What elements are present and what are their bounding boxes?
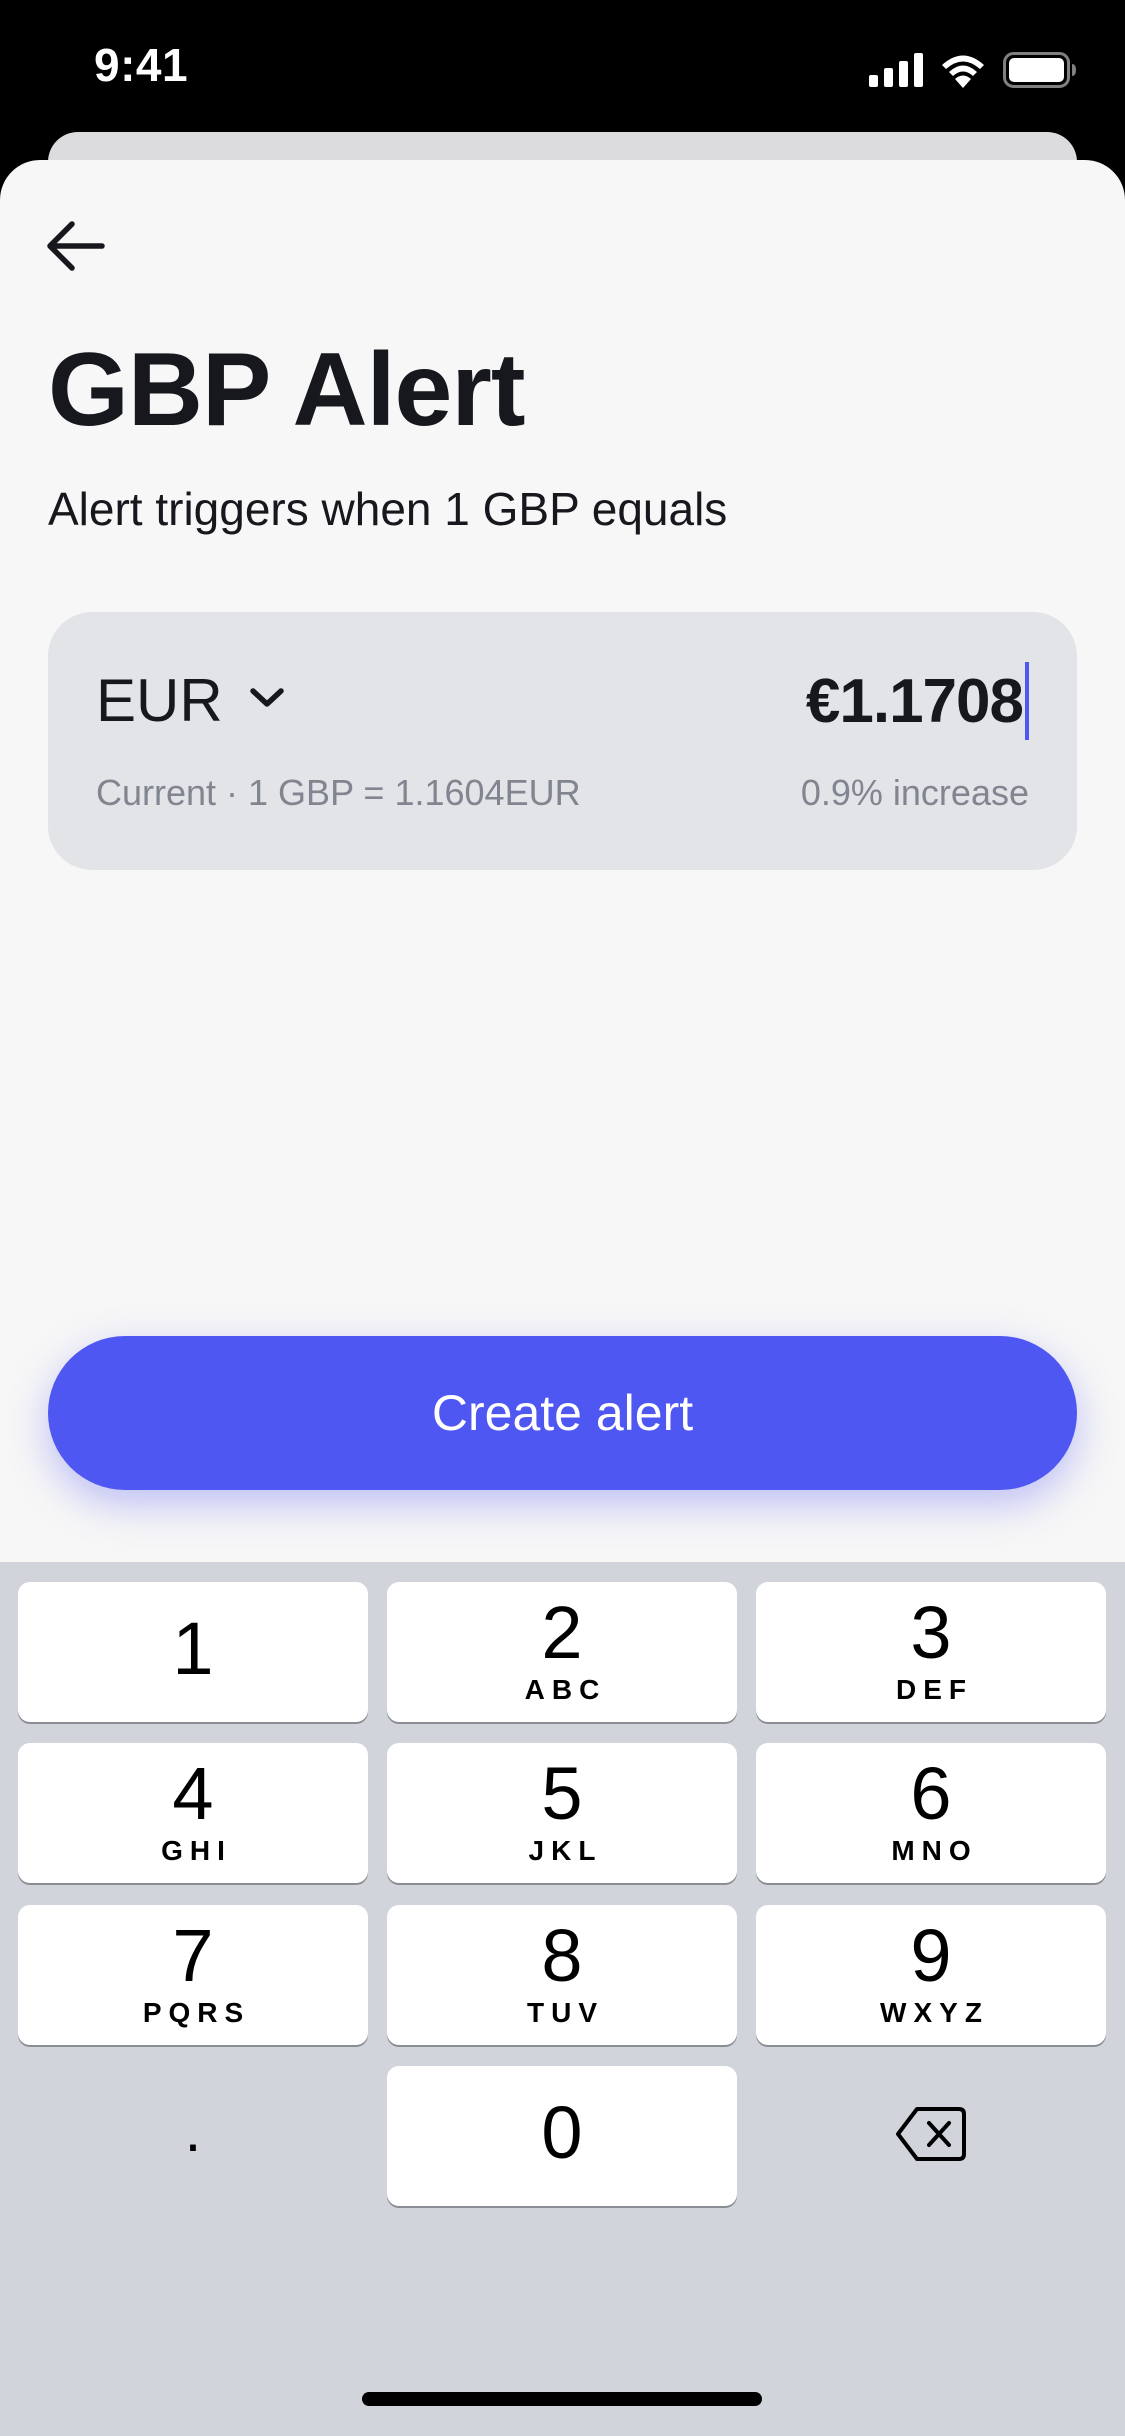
current-rate-text: Current · 1 GBP = 1.1604EUR bbox=[96, 772, 581, 813]
key-8[interactable]: 8 TUV bbox=[387, 1905, 737, 2045]
currency-code: EUR bbox=[96, 667, 223, 734]
battery-icon bbox=[1003, 51, 1077, 93]
key-3[interactable]: 3 DEF bbox=[756, 1582, 1106, 1722]
key-letters: WXYZ bbox=[880, 1997, 989, 2028]
arrow-left-icon bbox=[46, 220, 106, 277]
key-2[interactable]: 2 ABC bbox=[387, 1582, 737, 1722]
key-9[interactable]: 9 WXYZ bbox=[756, 1905, 1106, 2045]
key-digit: 8 bbox=[541, 1914, 583, 1997]
key-digit: 0 bbox=[541, 2091, 583, 2174]
key-digit: 5 bbox=[541, 1752, 583, 1835]
key-decimal[interactable]: . bbox=[18, 2066, 368, 2206]
key-7[interactable]: 7 PQRS bbox=[18, 1905, 368, 2045]
target-rate-value: €1.1708 bbox=[805, 666, 1024, 736]
key-letters: PQRS bbox=[142, 1997, 251, 2028]
key-letters: ABC bbox=[524, 1674, 607, 1705]
cellular-signal-icon bbox=[869, 52, 923, 92]
currency-select[interactable]: EUR bbox=[96, 666, 285, 735]
key-letters: DEF bbox=[896, 1674, 973, 1705]
numeric-keypad: 1 2 ABC 3 DEF 4 GHI 5 JKL 6 MNO 7 PQRS 8 bbox=[0, 1562, 1125, 2436]
status-icons bbox=[869, 50, 1077, 94]
key-digit: 7 bbox=[172, 1914, 214, 1997]
status-bar: 9:41 bbox=[0, 0, 1125, 140]
key-letters: TUV bbox=[527, 1997, 604, 2028]
page-title: GBP Alert bbox=[48, 332, 525, 448]
target-rate-input[interactable]: €1.1708 bbox=[806, 662, 1029, 740]
key-0[interactable]: 0 bbox=[387, 2066, 737, 2206]
page-subtitle: Alert triggers when 1 GBP equals bbox=[48, 483, 728, 535]
rate-change-text: 0.9% increase bbox=[800, 772, 1029, 813]
text-caret bbox=[1025, 662, 1029, 740]
create-alert-button[interactable]: Create alert bbox=[48, 1336, 1077, 1490]
key-5[interactable]: 5 JKL bbox=[387, 1743, 737, 1883]
key-digit: 3 bbox=[910, 1591, 952, 1674]
back-button[interactable] bbox=[40, 212, 112, 284]
key-letters: JKL bbox=[528, 1835, 603, 1866]
key-digit: 4 bbox=[172, 1752, 214, 1835]
key-digit: 9 bbox=[910, 1914, 952, 1997]
key-digit: 2 bbox=[541, 1591, 583, 1674]
key-letters: GHI bbox=[161, 1835, 232, 1866]
backspace-icon bbox=[895, 2106, 967, 2167]
wifi-icon bbox=[939, 52, 987, 93]
key-digit: 1 bbox=[172, 1607, 214, 1690]
key-4[interactable]: 4 GHI bbox=[18, 1743, 368, 1883]
decimal-point-label: . bbox=[184, 2097, 202, 2164]
key-6[interactable]: 6 MNO bbox=[756, 1743, 1106, 1883]
screen: 9:41 GBP Alert Alert triggers when 1 GBP… bbox=[0, 0, 1125, 2436]
key-delete[interactable] bbox=[756, 2066, 1106, 2206]
chevron-down-icon bbox=[249, 687, 285, 714]
status-time: 9:41 bbox=[94, 39, 189, 91]
amount-card: EUR €1.1708 Current · 1 GBP = 1.1604EUR … bbox=[48, 612, 1077, 870]
key-letters: MNO bbox=[891, 1835, 978, 1866]
home-indicator bbox=[362, 2392, 762, 2406]
key-1[interactable]: 1 bbox=[18, 1582, 368, 1722]
key-digit: 6 bbox=[910, 1752, 952, 1835]
